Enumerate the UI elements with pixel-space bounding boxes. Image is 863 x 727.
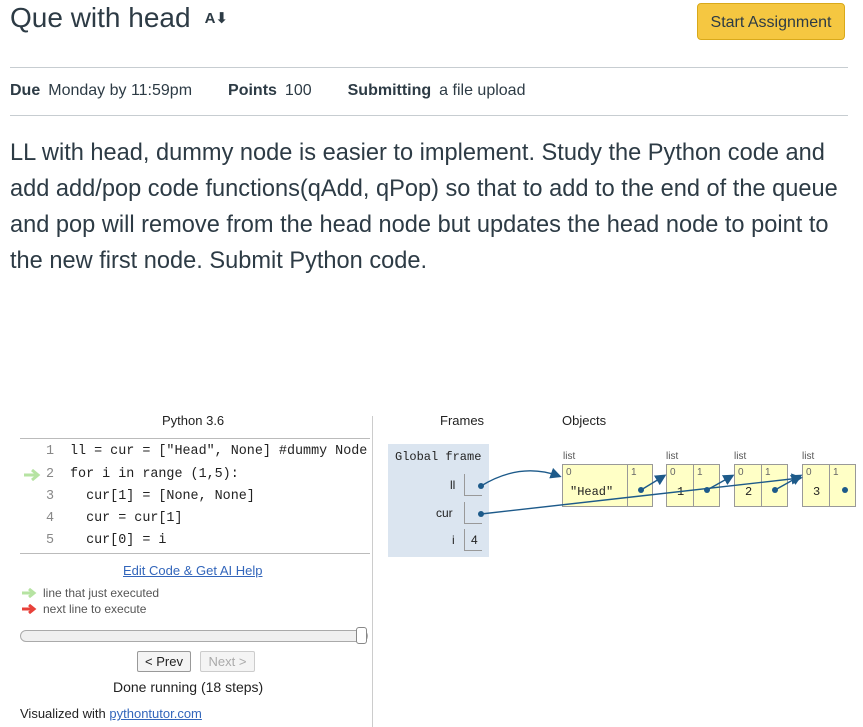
due-label: Due [10, 82, 41, 99]
assignment-description: LL with head, dummy node is easier to im… [10, 140, 838, 274]
pointer-arrows [478, 467, 848, 517]
assignment-meta: Due Monday by 11:59pm Points 100 Submittin… [10, 82, 561, 100]
assignment-title: Que with head [10, 2, 191, 33]
divider [10, 67, 848, 68]
page-title: Que with head A⬇ [10, 2, 228, 34]
pythontutor-embed: Python 3.6 1 ll = cur = ["Head", None] #d… [0, 400, 863, 727]
points-label: Points [228, 82, 277, 99]
points-value: 100 [284, 82, 312, 99]
divider [10, 115, 848, 116]
due-value: Monday by 11:59pm [48, 82, 193, 99]
submitting-value: a file upload [439, 82, 526, 99]
submitting-label: Submitting [347, 82, 432, 99]
ai-translate-icon[interactable]: A⬇ [205, 9, 228, 27]
start-assignment-button[interactable]: Start Assignment [697, 3, 845, 40]
